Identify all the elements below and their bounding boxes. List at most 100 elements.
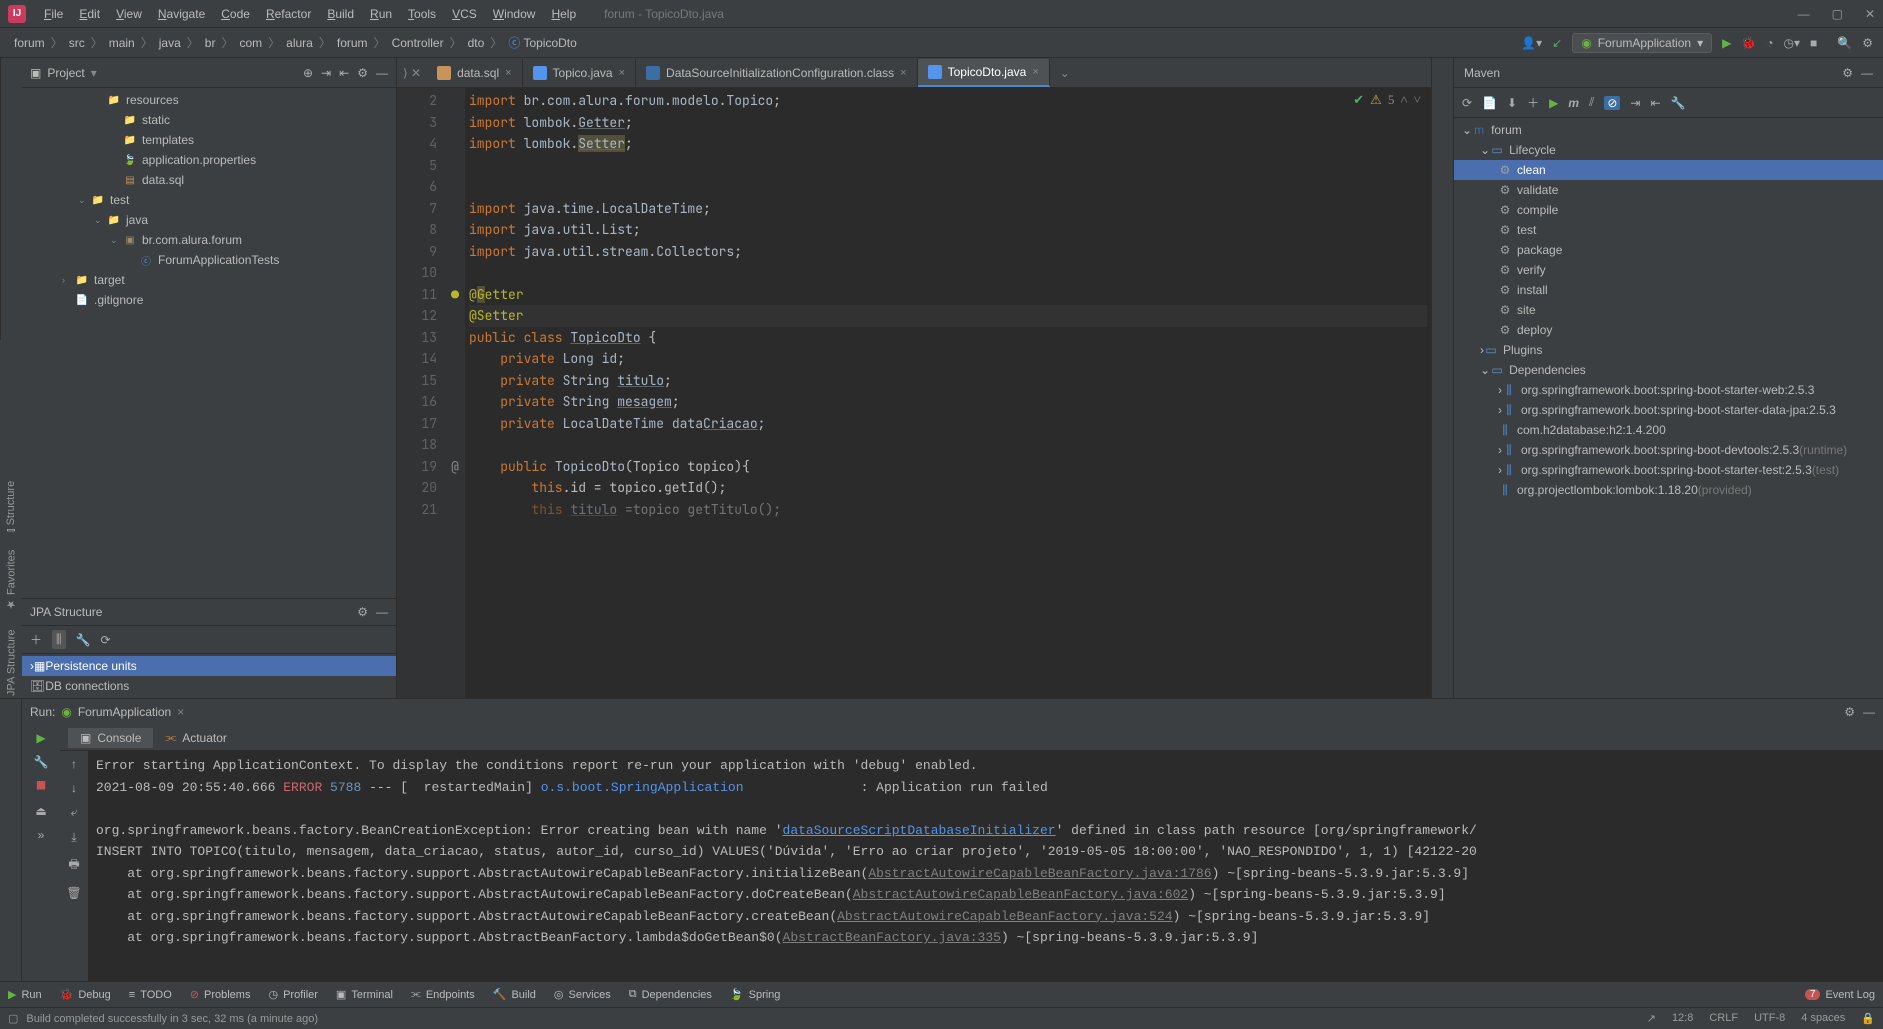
spring-tool-button[interactable]: 🍃Spring <box>730 988 781 1001</box>
tree-item-test[interactable]: ⌄📁test <box>22 190 396 210</box>
crumb-main[interactable]: main <box>105 36 139 50</box>
maven-org-projectlombok-lombok-1-18-20[interactable]: ⫼org.projectlombok:lombok:1.18.20 (provi… <box>1454 480 1883 500</box>
crumb-br[interactable]: br <box>201 36 220 50</box>
tree-item-ForumApplicationTests[interactable]: ⓒForumApplicationTests <box>22 250 396 270</box>
tree-item-br-com-alura-forum[interactable]: ⌄▣br.com.alura.forum <box>22 230 396 250</box>
download-icon[interactable]: ⬇ <box>1507 96 1517 110</box>
close-icon[interactable]: × <box>900 67 906 79</box>
console-tab[interactable]: ▣ Console <box>68 728 153 748</box>
line-separator[interactable]: CRLF <box>1709 1012 1738 1025</box>
hide-icon[interactable]: — <box>376 66 388 80</box>
editor-tab-DataSourceInitializationConfiguration.class[interactable]: DataSourceInitializationConfiguration.cl… <box>636 59 918 87</box>
crumb-src[interactable]: src <box>65 36 89 50</box>
maven-compile[interactable]: ⚙compile <box>1454 200 1883 220</box>
maven-test[interactable]: ⚙test <box>1454 220 1883 240</box>
crumb-Controller[interactable]: Controller <box>388 36 448 50</box>
add-icon[interactable]: ＋ <box>30 631 42 648</box>
code-area[interactable]: 23456789101112131415161718192021 ● @ imp… <box>397 88 1431 698</box>
maven-com-h2database-h2-1-4-200[interactable]: ⫼com.h2database:h2:1.4.200 <box>1454 420 1883 440</box>
skip-tests-icon[interactable]: ⊘ <box>1604 96 1620 110</box>
menu-view[interactable]: View <box>108 7 150 21</box>
debug-tool-button[interactable]: 🐞Debug <box>60 988 111 1001</box>
menu-build[interactable]: Build <box>319 7 362 21</box>
gear-icon[interactable]: ⚙ <box>357 66 368 80</box>
maven-org-springframework-boot-spring-boot-devtools-2-5-3[interactable]: ›⫼org.springframework.boot:spring-boot-d… <box>1454 440 1883 460</box>
chevron-down-icon[interactable]: ▾ <box>91 66 97 80</box>
hide-icon[interactable]: — <box>1863 705 1875 719</box>
services-tool-button[interactable]: ◎Services <box>554 988 611 1001</box>
tree-item-application-properties[interactable]: 🍃application.properties <box>22 150 396 170</box>
maven-site[interactable]: ⚙site <box>1454 300 1883 320</box>
expand-icon[interactable]: ⇤ <box>1650 96 1660 110</box>
gear-icon[interactable]: ⚙ <box>1844 705 1855 719</box>
crumb-dto[interactable]: dto <box>464 36 489 50</box>
settings-icon[interactable]: ⚙ <box>1862 36 1873 50</box>
chevron-down-icon[interactable]: ˅ <box>1414 92 1421 108</box>
maven-Dependencies[interactable]: ⌄▭Dependencies <box>1454 360 1883 380</box>
maven-tree[interactable]: ⌄mforum⌄▭Lifecycle⚙clean⚙validate⚙compil… <box>1454 118 1883 698</box>
tree-item-target[interactable]: ›📁target <box>22 270 396 290</box>
print-icon[interactable]: 🖶 <box>68 855 79 876</box>
wrench-icon[interactable]: 🔧 <box>34 755 49 769</box>
stop-icon[interactable]: ⯀ <box>36 779 46 794</box>
menu-refactor[interactable]: Refactor <box>258 7 319 21</box>
structure-tool-tab[interactable]: ⫾ Structure <box>5 481 17 532</box>
refresh-icon[interactable]: ⟳ <box>101 633 111 647</box>
crumb-TopicoDto[interactable]: ⓒ TopicoDto <box>504 34 581 51</box>
indent[interactable]: 4 spaces <box>1801 1012 1845 1025</box>
problems-tool-button[interactable]: ⊘Problems <box>190 988 251 1001</box>
tree-item-java[interactable]: ⌄📁java <box>22 210 396 230</box>
todo-tool-button[interactable]: ≡TODO <box>129 989 172 1001</box>
add-icon[interactable]: ＋ <box>1527 94 1539 111</box>
cursor-position[interactable]: 12:8 <box>1672 1012 1693 1025</box>
profile-button[interactable]: ◷▾ <box>1784 36 1801 50</box>
minimize-icon[interactable]: — <box>1798 7 1810 21</box>
hide-icon[interactable]: — <box>376 605 388 619</box>
run-button[interactable]: ▶ <box>1722 36 1731 50</box>
menu-edit[interactable]: Edit <box>71 7 108 21</box>
maximize-icon[interactable]: ▢ <box>1832 7 1843 21</box>
collapse-icon[interactable]: ⇤ <box>339 66 349 80</box>
menu-run[interactable]: Run <box>362 7 400 21</box>
maven-Plugins[interactable]: ›▭Plugins <box>1454 340 1883 360</box>
crumb-forum[interactable]: forum <box>333 36 372 50</box>
maven-install[interactable]: ⚙install <box>1454 280 1883 300</box>
build-tool-button[interactable]: 🔨Build <box>493 988 536 1001</box>
favorites-tool-tab[interactable]: ★ Favorites <box>5 550 18 611</box>
actuator-tab[interactable]: ⫘ Actuator <box>153 727 239 748</box>
exit-icon[interactable]: ⏏ <box>35 804 46 818</box>
coverage-button[interactable]: ◔ <box>1766 36 1773 50</box>
crumb-forum[interactable]: forum <box>10 36 49 50</box>
maven-deploy[interactable]: ⚙deploy <box>1454 320 1883 340</box>
dependencies-tool-button[interactable]: ⧉Dependencies <box>629 988 712 1001</box>
code-text[interactable]: import br.com.alura.forum.modelo.Topico;… <box>465 88 1431 698</box>
maven-forum[interactable]: ⌄mforum <box>1454 120 1883 140</box>
toggle-offline-icon[interactable]: ⫽ <box>1589 95 1594 110</box>
wrench-icon[interactable]: 🔧 <box>76 633 91 647</box>
generate-icon[interactable]: 📄 <box>1482 96 1497 110</box>
endpoints-tool-button[interactable]: ⫘Endpoints <box>411 988 475 1001</box>
maven-validate[interactable]: ⚙validate <box>1454 180 1883 200</box>
run-icon[interactable]: ▶ <box>1549 96 1558 110</box>
rerun-icon[interactable]: ▶ <box>36 731 45 745</box>
maven-org-springframework-boot-spring-boot-starter-web-2-5-3[interactable]: ›⫼org.springframework.boot:spring-boot-s… <box>1454 380 1883 400</box>
menu-vcs[interactable]: VCS <box>444 7 485 21</box>
maven-clean[interactable]: ⚙clean <box>1454 160 1883 180</box>
reload-icon[interactable]: ⟳ <box>1462 96 1472 110</box>
gear-icon[interactable]: ⚙ <box>357 605 368 619</box>
close-icon[interactable]: × <box>177 705 184 719</box>
encoding[interactable]: UTF-8 <box>1754 1012 1785 1025</box>
m-icon[interactable]: m <box>1568 96 1579 110</box>
menu-code[interactable]: Code <box>213 7 258 21</box>
debug-button[interactable]: 🐞 <box>1741 36 1756 50</box>
close-icon[interactable]: × <box>619 67 625 79</box>
goto-icon[interactable]: ↗ <box>1647 1012 1656 1025</box>
project-tree[interactable]: 📁resources📁static📁templates🍃application.… <box>22 88 396 598</box>
run-tool-button[interactable]: ▶Run <box>8 988 42 1001</box>
editor-tab-Topico.java[interactable]: Topico.java× <box>523 59 636 87</box>
editor-tab-TopicoDto.java[interactable]: TopicoDto.java× <box>918 59 1050 87</box>
crumb-com[interactable]: com <box>235 36 266 50</box>
expand-icon[interactable]: ⇥ <box>321 66 331 80</box>
db-connections-row[interactable]: 🗄 DB connections <box>22 676 396 696</box>
run-config-selector[interactable]: ◉ ForumApplication ▾ <box>1572 33 1712 53</box>
